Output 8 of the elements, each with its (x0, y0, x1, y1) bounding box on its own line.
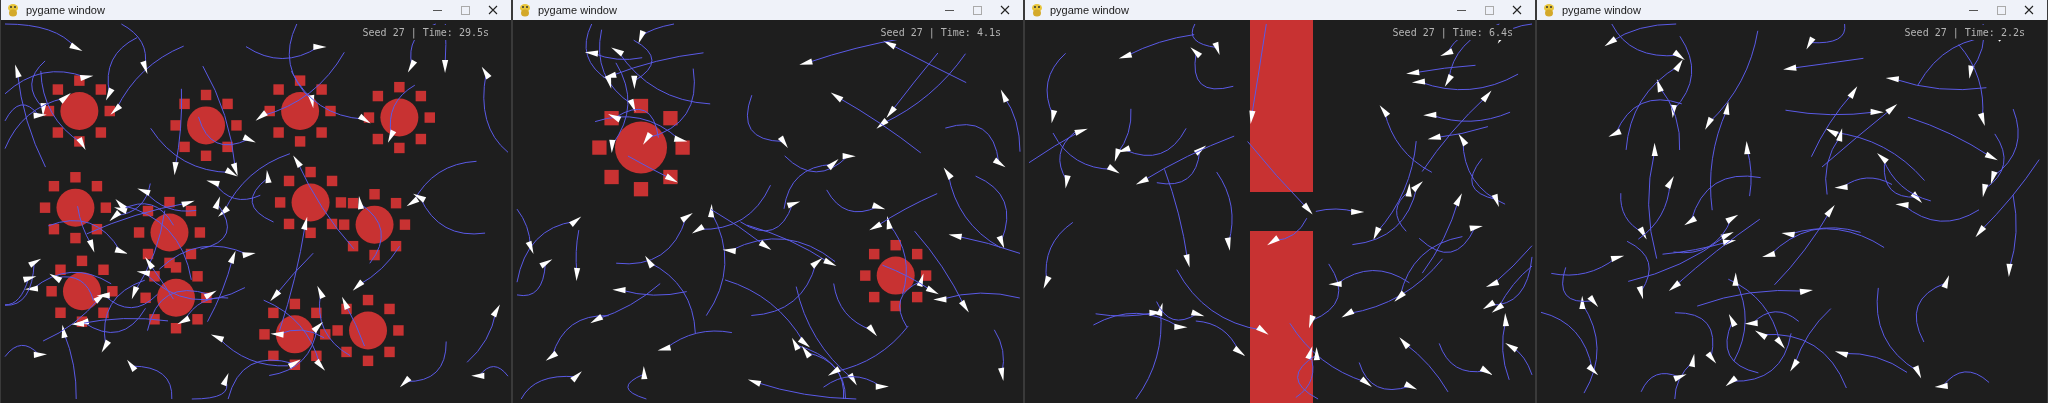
status-text: Seed 27 | Time: 29.5s (362, 25, 489, 40)
status-text: Seed 27 | Time: 6.4s (1392, 25, 1513, 40)
window-title: pygame window (1562, 2, 1641, 18)
status-text: Seed 27 | Time: 4.1s (880, 25, 1001, 40)
window-title: pygame window (1050, 2, 1129, 18)
window-title: pygame window (26, 2, 105, 18)
status-text: Seed 27 | Time: 2.2s (1904, 25, 2025, 40)
window-title: pygame window (538, 2, 617, 18)
